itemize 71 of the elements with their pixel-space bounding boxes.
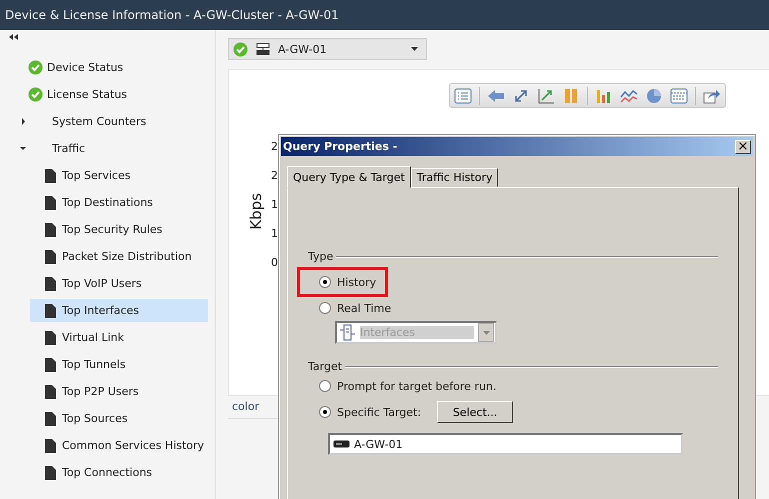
document-icon bbox=[45, 304, 56, 318]
document-icon bbox=[45, 276, 56, 290]
sidebar-item[interactable]: Top P2P Users bbox=[0, 380, 208, 403]
sidebar-item[interactable]: Traffic bbox=[0, 137, 208, 160]
sidebar-item[interactable]: Top Connections bbox=[0, 461, 208, 484]
back-arrow-icon[interactable] bbox=[487, 88, 505, 104]
radio-label: Prompt for target before run. bbox=[337, 380, 496, 392]
caret-icon bbox=[411, 47, 418, 51]
check-circle-icon bbox=[28, 60, 43, 75]
axis-arrow-icon[interactable] bbox=[537, 88, 555, 104]
sidebar-item[interactable]: Top Sources bbox=[0, 407, 208, 430]
document-icon bbox=[45, 412, 56, 426]
document-icon bbox=[45, 168, 56, 182]
device-dropdown[interactable]: A-GW-01 bbox=[228, 38, 427, 60]
axis-tick-label: 0 bbox=[271, 256, 278, 270]
tab[interactable]: Query Type & Target bbox=[287, 166, 411, 188]
sidebar-item[interactable]: Common Services History bbox=[0, 434, 208, 457]
document-icon bbox=[45, 384, 56, 398]
check-circle-icon bbox=[28, 87, 43, 102]
radio-label: History bbox=[337, 276, 376, 288]
sidebar-item[interactable]: Top VoIP Users bbox=[0, 272, 208, 295]
pie-chart-icon[interactable] bbox=[645, 88, 663, 104]
document-icon bbox=[45, 438, 56, 452]
radio-button[interactable] bbox=[319, 276, 331, 288]
window-title: Device & License Information - A-GW-Cluster - A-GW-01 bbox=[5, 8, 339, 22]
column-header: color bbox=[231, 400, 260, 413]
group-label: Target bbox=[308, 360, 342, 373]
radio-button[interactable] bbox=[319, 380, 331, 392]
sidebar-item[interactable]: System Counters bbox=[0, 110, 208, 133]
sidebar-item[interactable]: Top Interfaces bbox=[30, 299, 208, 322]
radio-button[interactable] bbox=[319, 406, 331, 418]
sidebar-item[interactable]: Top Services bbox=[0, 164, 208, 187]
export-icon[interactable] bbox=[703, 88, 721, 104]
close-button[interactable]: × bbox=[735, 140, 751, 154]
axis-tick-label: 2 bbox=[271, 140, 278, 154]
axis-tick-label: 2 bbox=[271, 169, 278, 183]
sidebar-item[interactable]: Top Tunnels bbox=[0, 353, 208, 376]
axis-tick-label: 1 bbox=[271, 198, 278, 212]
gateway-icon bbox=[333, 440, 350, 448]
document-icon bbox=[45, 358, 56, 372]
document-icon bbox=[45, 250, 56, 264]
axis-label: Kbps bbox=[247, 192, 265, 230]
table-icon[interactable] bbox=[670, 88, 688, 104]
bar-chart-icon[interactable] bbox=[595, 88, 613, 104]
gateway-icon bbox=[256, 42, 270, 56]
radio-label: Real Time bbox=[337, 302, 392, 314]
sidebar-item[interactable]: Device Status bbox=[0, 56, 208, 79]
resize-arrows-icon[interactable] bbox=[512, 88, 530, 104]
document-icon bbox=[45, 330, 56, 344]
dialog-title: Query Properties - bbox=[283, 140, 398, 153]
group-label: Type bbox=[308, 250, 334, 263]
select-button[interactable]: Select... bbox=[437, 401, 514, 423]
sidebar-item[interactable]: Top Destinations bbox=[0, 191, 208, 214]
check-circle-icon bbox=[233, 42, 248, 56]
sidebar-item[interactable]: Packet Size Distribution bbox=[0, 245, 208, 268]
sidebar-item[interactable]: Top Security Rules bbox=[0, 218, 208, 241]
sidebar-item[interactable]: Virtual Link bbox=[0, 326, 208, 349]
interface-icon bbox=[339, 324, 356, 341]
document-icon bbox=[45, 466, 56, 480]
target-field[interactable]: A-GW-01 bbox=[328, 433, 683, 455]
document-icon bbox=[45, 196, 56, 210]
caret-icon bbox=[482, 330, 490, 334]
tab[interactable]: Traffic History bbox=[410, 168, 498, 187]
document-icon bbox=[45, 222, 56, 236]
list-icon[interactable] bbox=[454, 88, 472, 104]
radio-button[interactable] bbox=[319, 302, 331, 314]
sidebar-item[interactable]: License Status bbox=[0, 83, 208, 106]
collapse-icon[interactable] bbox=[9, 34, 18, 40]
axis-tick-label: 1 bbox=[271, 227, 278, 241]
radio-label: Specific Target: bbox=[337, 406, 422, 418]
line-chart-icon[interactable] bbox=[620, 88, 638, 104]
